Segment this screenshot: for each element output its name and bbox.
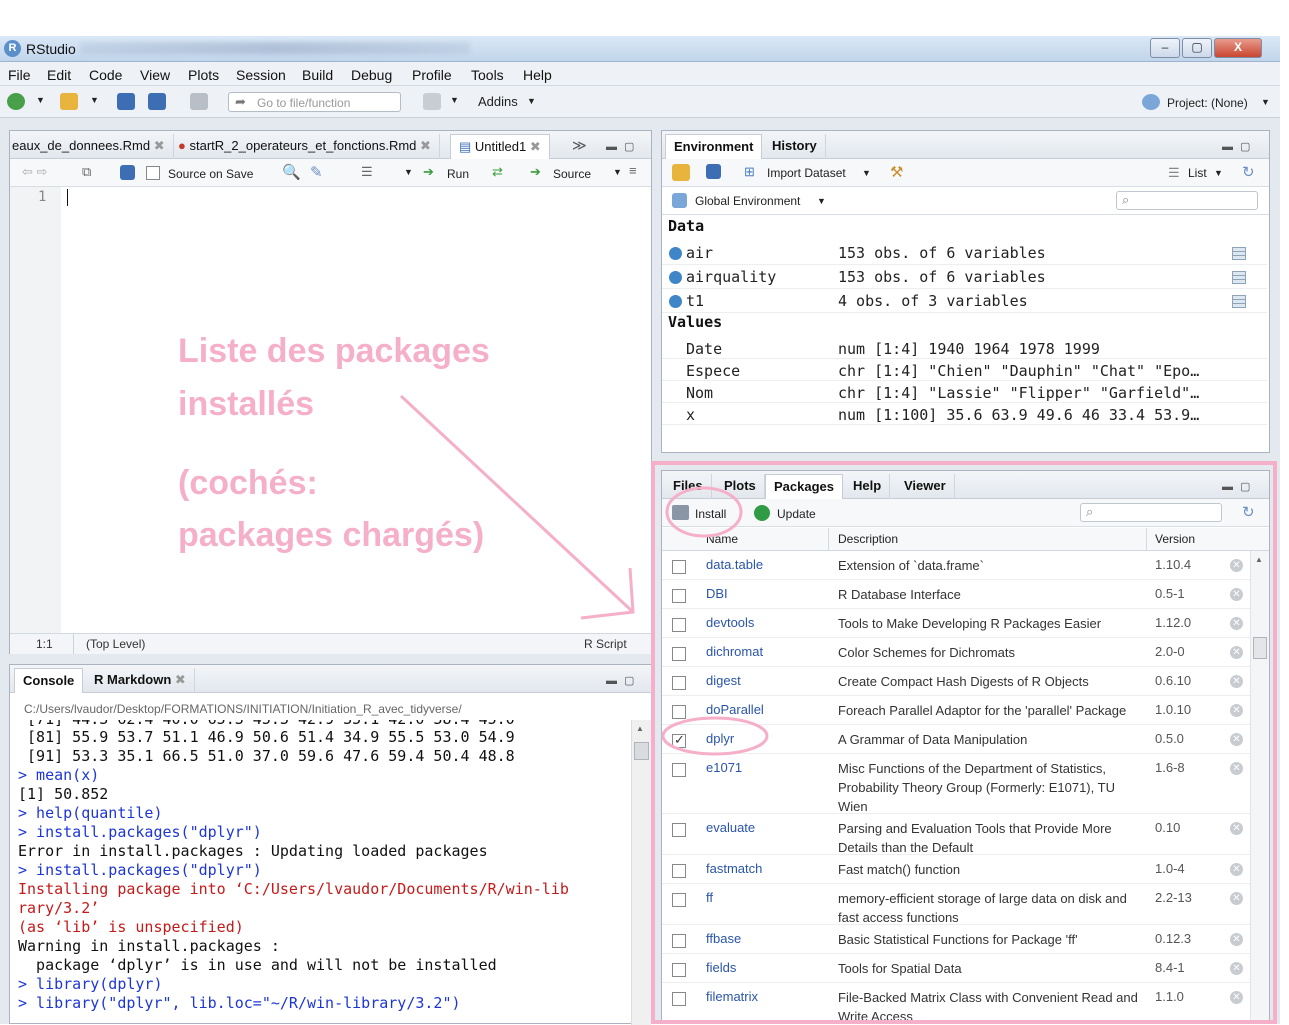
dplyr-highlight-ellipse	[661, 716, 769, 756]
install-highlight-ellipse	[665, 486, 743, 538]
packages-highlight-box	[651, 461, 1277, 1024]
annotation-arrow-head	[580, 567, 635, 620]
rstudio-window: R RStudio – ▢ X File Edit Code View Plot…	[0, 36, 1280, 1025]
annotation-overlay	[399, 394, 1277, 1024]
annotation-arrow-line	[399, 394, 635, 614]
